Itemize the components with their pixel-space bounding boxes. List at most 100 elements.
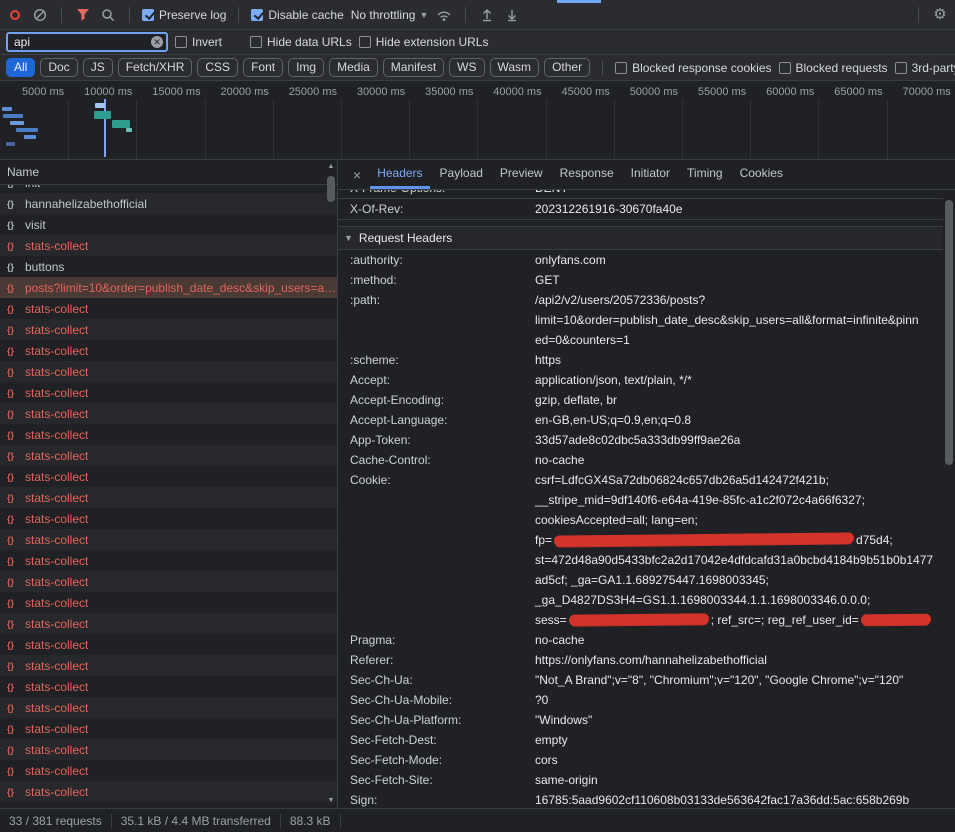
request-row[interactable]: {}stats-collect xyxy=(0,613,337,634)
blocked-requests-checkbox[interactable]: Blocked requests xyxy=(779,61,888,75)
request-row[interactable]: {}stats-collect xyxy=(0,760,337,781)
network-overview-timeline[interactable]: 5000 ms10000 ms15000 ms20000 ms25000 ms3… xyxy=(0,81,955,160)
scroll-down-icon[interactable]: ▼ xyxy=(326,796,336,806)
request-row[interactable]: {}stats-collect xyxy=(0,466,337,487)
blocked-response-cookies-checkbox[interactable]: Blocked response cookies xyxy=(615,61,771,75)
tab-headers[interactable]: Headers xyxy=(370,160,429,189)
checkbox-icon[interactable] xyxy=(615,62,627,74)
header-name: Pragma: xyxy=(350,630,535,650)
request-row[interactable]: {}stats-collect xyxy=(0,571,337,592)
request-row[interactable]: {}stats-collect xyxy=(0,634,337,655)
request-row[interactable]: {}stats-collect xyxy=(0,298,337,319)
scroll-up-icon[interactable]: ▲ xyxy=(326,162,336,172)
request-row[interactable]: {}stats-collect xyxy=(0,655,337,676)
export-har-icon[interactable] xyxy=(503,6,521,24)
request-row[interactable]: {}stats-collect xyxy=(0,781,337,802)
filter-input[interactable] xyxy=(6,32,168,52)
filter-input-wrap: ✕ xyxy=(6,32,168,52)
settings-gear-icon[interactable]: ⚙ xyxy=(931,6,949,24)
tab-initiator[interactable]: Initiator xyxy=(624,160,677,189)
header-value-line: ad5cf; _ga=GA1.1.689275447.1698003345; xyxy=(535,570,943,590)
filter-pill-wasm[interactable]: Wasm xyxy=(490,58,540,77)
request-row[interactable]: {}stats-collect xyxy=(0,361,337,382)
filter-pill-ws[interactable]: WS xyxy=(449,58,484,77)
tab-payload[interactable]: Payload xyxy=(433,160,490,189)
request-row[interactable]: {} stats-collect xyxy=(0,739,337,760)
request-row[interactable]: {}stats-collect xyxy=(0,382,337,403)
filter-pill-css[interactable]: CSS xyxy=(197,58,238,77)
request-row-selected[interactable]: {}posts?limit=10&order=publish_date_desc… xyxy=(0,277,337,298)
request-count: 33 / 381 requests xyxy=(0,814,111,828)
import-har-icon[interactable] xyxy=(478,6,496,24)
filter-pill-media[interactable]: Media xyxy=(329,58,378,77)
checkbox-icon[interactable] xyxy=(779,62,791,74)
caret-down-icon: ▼ xyxy=(344,233,353,243)
checkbox-checked-icon[interactable] xyxy=(251,9,263,21)
overview-time-label: 35000 ms xyxy=(415,86,473,98)
request-headers-section[interactable]: ▼ Request Headers xyxy=(338,226,943,250)
preserve-log-checkbox[interactable]: Preserve log xyxy=(142,8,226,22)
braces-icon: {} xyxy=(7,745,20,755)
checkbox-icon[interactable] xyxy=(895,62,907,74)
request-row[interactable]: {}stats-collect xyxy=(0,403,337,424)
name-column-header[interactable]: Name xyxy=(0,160,337,185)
scrollbar-thumb[interactable] xyxy=(945,200,953,465)
request-row[interactable]: {}stats-collect xyxy=(0,508,337,529)
filter-pill-font[interactable]: Font xyxy=(243,58,283,77)
cookie-text: __stripe_mid=9df140f6-e64a-419e-85fc-a1c… xyxy=(535,493,865,507)
checkbox-icon[interactable] xyxy=(250,36,262,48)
filter-pill-js[interactable]: JS xyxy=(83,58,113,77)
invert-checkbox[interactable]: Invert xyxy=(175,35,222,49)
record-icon[interactable] xyxy=(6,6,24,24)
checkbox-checked-icon[interactable] xyxy=(142,9,154,21)
disable-cache-checkbox[interactable]: Disable cache xyxy=(251,8,343,22)
request-row[interactable]: {}stats-collect xyxy=(0,550,337,571)
request-row[interactable]: {}visit xyxy=(0,214,337,235)
request-row[interactable]: {}stats-collect xyxy=(0,487,337,508)
tab-timing[interactable]: Timing xyxy=(680,160,730,189)
clear-icon[interactable] xyxy=(31,6,49,24)
filter-icon[interactable] xyxy=(74,6,92,24)
request-row[interactable]: {}stats-collect xyxy=(0,592,337,613)
request-row[interactable]: {}init xyxy=(0,185,337,193)
hide-extension-urls-checkbox[interactable]: Hide extension URLs xyxy=(359,35,489,49)
request-name: init xyxy=(25,185,40,190)
tab-preview[interactable]: Preview xyxy=(493,160,550,189)
throttling-dropdown[interactable]: No throttling ▼ xyxy=(351,8,429,22)
request-row[interactable]: {}stats-collect xyxy=(0,697,337,718)
request-row[interactable]: {}stats-collect xyxy=(0,529,337,550)
filter-pill-other[interactable]: Other xyxy=(544,58,590,77)
checkbox-icon[interactable] xyxy=(175,36,187,48)
filter-pill-doc[interactable]: Doc xyxy=(40,58,77,77)
filter-pill-img[interactable]: Img xyxy=(288,58,324,77)
section-title: Request Headers xyxy=(359,231,452,245)
request-row[interactable]: {}stats-collect xyxy=(0,319,337,340)
request-row[interactable]: {}stats-collect xyxy=(0,340,337,361)
search-icon[interactable] xyxy=(99,6,117,24)
request-row[interactable]: {}stats-collect xyxy=(0,676,337,697)
tab-cookies[interactable]: Cookies xyxy=(733,160,790,189)
scrollbar-thumb[interactable] xyxy=(327,176,335,202)
request-row[interactable]: {}buttons xyxy=(0,256,337,277)
details-scrollbar[interactable] xyxy=(944,192,954,806)
checkbox-icon[interactable] xyxy=(359,36,371,48)
request-row[interactable]: {}stats-collect xyxy=(0,718,337,739)
third-party-requests-checkbox[interactable]: 3rd-party requests xyxy=(895,61,955,75)
filter-pill-manifest[interactable]: Manifest xyxy=(383,58,444,77)
request-name: stats-collect xyxy=(25,743,88,757)
request-row[interactable]: {}stats-collect xyxy=(0,445,337,466)
request-name: stats-collect xyxy=(25,323,88,337)
request-row[interactable]: {}stats-collect xyxy=(0,235,337,256)
braces-icon: {} xyxy=(7,787,20,797)
close-icon[interactable]: × xyxy=(344,160,370,189)
filter-pill-fetch-xhr[interactable]: Fetch/XHR xyxy=(118,58,193,77)
filter-pill-all[interactable]: All xyxy=(6,58,35,77)
network-conditions-icon[interactable] xyxy=(435,6,453,24)
request-row[interactable]: {}hannahelizabethofficial xyxy=(0,193,337,214)
header-row: Sec-Ch-Ua-Mobile:?0 xyxy=(338,690,943,710)
request-list-scrollbar[interactable]: ▲ ▼ xyxy=(326,162,336,806)
hide-data-urls-checkbox[interactable]: Hide data URLs xyxy=(250,35,352,49)
clear-filter-icon[interactable]: ✕ xyxy=(151,36,163,48)
request-row[interactable]: {}stats-collect xyxy=(0,424,337,445)
tab-response[interactable]: Response xyxy=(553,160,621,189)
